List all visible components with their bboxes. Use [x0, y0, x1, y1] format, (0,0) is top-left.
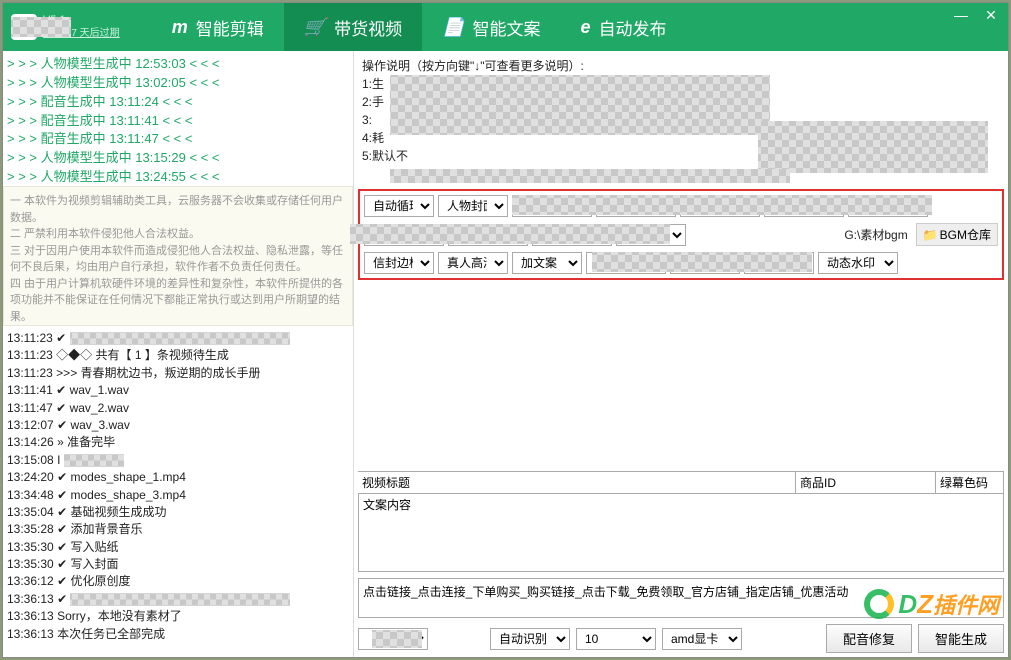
tab-smart-copy[interactable]: 📄 智能文案	[422, 3, 560, 51]
status-line: > > > 配音生成中 13:11:24 < < <	[7, 93, 349, 112]
tab-product-video[interactable]: 🛒 带货视频	[284, 3, 422, 51]
smart-generate-button[interactable]: 智能生成	[918, 624, 1004, 653]
titlebar: 🤖 V5.1 授权 27 天后过期 m 智能剪辑 🛒 带货视频 📄 智能文案 e…	[3, 3, 1008, 51]
tab-auto-publish[interactable]: e 自动发布	[561, 3, 687, 51]
tab-label: 带货视频	[334, 15, 402, 40]
log-line: 13:12:07 ✔ wav_3.wav	[7, 417, 349, 434]
log-line: 13:35:04 ✔ 基础视频生成成功	[7, 504, 349, 521]
log-line: 13:11:23 ◇◆◇ 共有【 1 】条视频待生成	[7, 347, 349, 364]
instructions-panel: 操作说明（按方向键"↓"可查看更多说明）: 1:生 2:手 3: 4:耗 5:默…	[358, 55, 1004, 185]
log-line: 13:35:30 ✔ 写入封面	[7, 556, 349, 573]
redacted	[512, 195, 932, 215]
redacted	[390, 75, 770, 135]
content-textarea[interactable]: 文案内容	[358, 494, 1004, 572]
tab-label: 自动发布	[599, 15, 667, 40]
redacted	[372, 630, 422, 648]
gpu-select[interactable]: amd显卡	[662, 628, 742, 650]
main-tabs: m 智能剪辑 🛒 带货视频 📄 智能文案 e 自动发布	[152, 3, 687, 51]
log-line: 13:11:23 >>> 青春期枕边书，叛逆期的成长手册	[7, 365, 349, 382]
log-line: 13:14:26 » 准备完毕	[7, 434, 349, 451]
instructions-title: 操作说明（按方向键"↓"可查看更多说明）:	[362, 57, 1000, 75]
close-button[interactable]: ✕	[982, 7, 1000, 24]
log-line: 13:36:12 ✔ 优化原创度	[7, 573, 349, 590]
status-line: > > > 人物模型生成中 13:24:55 < < <	[7, 168, 349, 186]
status-line: > > > 配音生成中 13:11:47 < < <	[7, 130, 349, 149]
bottom-controls: 自动识别 10 amd显卡 配音修复 智能生成	[358, 618, 1004, 653]
log-line: 13:11:23 ✔	[7, 330, 349, 347]
status-line: > > > 人物模型生成中 12:53:03 < < <	[7, 55, 349, 74]
status-line: > > > 人物模型生成中 13:02:05 < < <	[7, 74, 349, 93]
redacted	[390, 169, 790, 183]
log-line: 13:35:30 ✔ 写入贴纸	[7, 539, 349, 556]
cart-icon: 🛒	[304, 17, 326, 38]
minimize-button[interactable]: —	[952, 7, 970, 24]
video-fields-header: 视频标题 商品ID 绿幕色码	[358, 471, 1004, 494]
status-log: > > > 人物模型生成中 12:53:03 < < < > > > 人物模型生…	[3, 51, 353, 186]
bgm-library-button[interactable]: 📁BGM仓库	[916, 223, 998, 246]
hd-select[interactable]: 真人高清	[438, 252, 508, 274]
video-title-label[interactable]: 视频标题	[358, 472, 796, 494]
watermark-select[interactable]: 动态水印	[818, 252, 898, 274]
status-line: > > > 人物模型生成中 13:15:29 < < <	[7, 149, 349, 168]
caption-select[interactable]: 加文案	[512, 252, 582, 274]
log-line: 13:11:47 ✔ wav_2.wav	[7, 400, 349, 417]
redacted	[758, 121, 988, 173]
cover-select[interactable]: 人物封面	[438, 195, 508, 217]
auto-detect-select[interactable]: 自动识别	[490, 628, 570, 650]
tab-label: 智能文案	[473, 15, 541, 40]
border-select[interactable]: 信封边框	[364, 252, 434, 274]
redacted	[350, 224, 670, 244]
license-notice: 一 本软件为视频剪辑辅助类工具，云服务器不会收集或存储任何用户数据。 二 严禁利…	[3, 186, 353, 326]
tab-smart-edit[interactable]: m 智能剪辑	[152, 3, 284, 51]
green-color-label[interactable]: 绿幕色码	[936, 472, 1004, 494]
log-line: 13:36:13 Sorry，本地没有素材了	[7, 608, 349, 625]
log-line: 13:36:13 本次任务已全部完成	[7, 626, 349, 643]
redacted	[592, 252, 812, 272]
task-log[interactable]: 13:11:23 ✔ 13:11:23 ◇◆◇ 共有【 1 】条视频待生成 13…	[3, 326, 353, 657]
edit-icon: m	[172, 17, 188, 38]
watermark-logo: DZDZ插件网插件网	[864, 588, 999, 620]
log-line: 13:34:48 ✔ modes_shape_3.mp4	[7, 487, 349, 504]
log-line: 13:15:08 I	[7, 452, 349, 469]
tab-label: 智能剪辑	[196, 15, 264, 40]
redacted	[11, 17, 71, 37]
loop-select[interactable]: 自动循环	[364, 195, 434, 217]
log-line: 13:35:28 ✔ 添加背景音乐	[7, 521, 349, 538]
settings-panel: 自动循环 人物封面 BGM G:\素材bgm	[358, 189, 1004, 280]
status-line: > > > 配音生成中 13:11:41 < < <	[7, 112, 349, 131]
doc-icon: 📄	[442, 17, 464, 38]
product-id-label[interactable]: 商品ID	[796, 472, 936, 494]
log-line: 13:11:41 ✔ wav_1.wav	[7, 382, 349, 399]
bgm-path: G:\素材bgm	[844, 226, 911, 243]
globe-icon: e	[581, 17, 591, 38]
log-line: 13:36:13 ✔	[7, 591, 349, 608]
log-line: 13:24:20 ✔ modes_shape_1.mp4	[7, 469, 349, 486]
count-select[interactable]: 10	[576, 628, 656, 650]
voice-repair-button[interactable]: 配音修复	[826, 624, 912, 653]
